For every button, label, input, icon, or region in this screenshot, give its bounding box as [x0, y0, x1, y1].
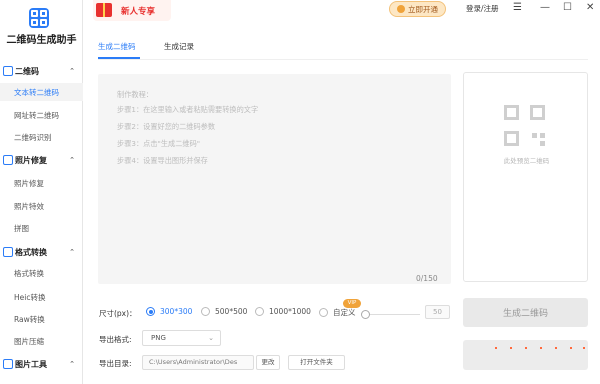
instruction-line: 步骤2：设置好您的二维码参数 — [117, 122, 216, 131]
tools-icon — [3, 359, 13, 369]
sidebar-category-qrcode[interactable]: 二维码 ⌃ — [0, 63, 83, 79]
sidebar-category-format-convert[interactable]: 格式转换 ⌃ — [0, 244, 83, 260]
sidebar-category-label: 图片工具 — [15, 359, 47, 369]
qrcode-icon — [3, 66, 13, 76]
export-dir-field[interactable]: C:\Users\Administrator\Des — [142, 355, 254, 370]
sidebar-category-label: 二维码 — [15, 66, 39, 76]
size-option-label: 1000*1000 — [269, 307, 311, 316]
generate-qrcode-button[interactable]: 生成二维码 — [463, 298, 588, 327]
size-option-1000[interactable]: 1000*1000 — [255, 307, 311, 316]
char-counter: 0/150 — [416, 274, 438, 283]
sidebar-item-collage[interactable]: 拼图 — [0, 219, 83, 237]
gift-icon — [96, 3, 112, 17]
size-option-label: 300*300 — [160, 307, 193, 316]
promo-label: 新人专享 — [121, 7, 156, 17]
custom-size-input[interactable]: 50 — [425, 305, 450, 319]
instruction-line: 步骤1：在这里输入或者粘贴需要转换的文字 — [117, 105, 259, 114]
vip-icon — [397, 5, 405, 13]
instruction-line: 制作教程： — [117, 90, 153, 99]
radio-selected-icon — [146, 307, 155, 316]
qrcode-placeholder-icon — [504, 105, 548, 149]
chevron-up-icon: ⌃ — [69, 156, 75, 164]
promo-banner[interactable]: 新人专享 — [93, 0, 171, 21]
size-option-label: 500*500 — [215, 307, 248, 316]
format-select-value: PNG — [151, 334, 166, 342]
sidebar-item-qrcode-recognition[interactable]: 二维码识别 — [0, 128, 83, 146]
size-slider-track[interactable] — [370, 314, 420, 315]
app-name: 二维码生成助手 — [6, 35, 77, 46]
secondary-action-area — [463, 340, 588, 370]
tab-generate-qrcode[interactable]: 生成二维码 — [98, 41, 136, 52]
sidebar-category-label: 格式转换 — [15, 247, 47, 257]
size-option-300[interactable]: 300*300 — [146, 307, 192, 316]
vip-badge: VIP — [343, 299, 361, 308]
size-option-label: 自定义 — [333, 308, 356, 317]
radio-icon — [201, 307, 210, 316]
app-window: 二维码生成助手 二维码 ⌃ 文本转二维码 网址转二维码 二维码识别 照片修复 ⌃… — [0, 0, 600, 384]
preview-placeholder-text: 此处预览二维码 — [503, 157, 550, 165]
login-register-link[interactable]: 登录/注册 — [466, 3, 499, 14]
maximize-icon[interactable]: ☐ — [563, 2, 572, 14]
sidebar: 二维码生成助手 二维码 ⌃ 文本转二维码 网址转二维码 二维码识别 照片修复 ⌃… — [0, 0, 83, 384]
change-dir-button[interactable]: 更改 — [256, 355, 280, 370]
chevron-up-icon: ⌃ — [69, 67, 75, 75]
minimize-icon[interactable]: — — [540, 2, 550, 14]
sidebar-item-raw-convert[interactable]: Raw转换 — [0, 310, 83, 328]
open-folder-button[interactable]: 打开文件夹 — [288, 355, 345, 370]
tab-generate-history[interactable]: 生成记录 — [164, 41, 194, 52]
sidebar-item-photo-repair[interactable]: 照片修复 — [0, 174, 83, 192]
format-select[interactable]: PNG ⌄ — [142, 330, 221, 346]
qrcode-preview-panel: 此处预览二维码 — [463, 72, 588, 282]
convert-icon — [3, 247, 13, 257]
chevron-down-icon: ⌄ — [208, 334, 214, 342]
format-label: 导出格式: — [99, 335, 132, 344]
vip-activate-button[interactable]: 立即开通 — [389, 1, 446, 17]
radio-icon — [255, 307, 264, 316]
size-option-500[interactable]: 500*500 — [201, 307, 247, 316]
menu-icon[interactable]: ☰ — [513, 2, 522, 14]
size-label: 尺寸(px)： — [99, 309, 137, 318]
export-dir-label: 导出目录: — [99, 359, 132, 368]
sidebar-item-url-to-qrcode[interactable]: 网址转二维码 — [0, 106, 83, 124]
instruction-line: 步骤4：设置导出图形并保存 — [117, 156, 208, 165]
vip-button-label: 立即开通 — [408, 4, 438, 14]
sidebar-category-photo-repair[interactable]: 照片修复 ⌃ — [0, 152, 83, 168]
app-logo-icon — [29, 8, 49, 28]
chevron-up-icon: ⌃ — [69, 248, 75, 256]
sidebar-category-image-tools[interactable]: 图片工具 ⌃ — [0, 356, 83, 372]
sidebar-item-heic-convert[interactable]: Heic转换 — [0, 288, 83, 306]
sidebar-item-image-compress[interactable]: 图片压缩 — [0, 332, 83, 350]
sidebar-item-format-convert[interactable]: 格式转换 — [0, 264, 83, 282]
sidebar-item-photo-effects[interactable]: 照片特效 — [0, 197, 83, 215]
size-slider-handle[interactable] — [361, 310, 370, 319]
close-icon[interactable]: ✕ — [586, 2, 594, 14]
decorative-dots — [495, 347, 585, 349]
tabs-divider — [98, 59, 588, 60]
sidebar-item-text-to-qrcode[interactable]: 文本转二维码 — [0, 83, 83, 101]
photo-icon — [3, 155, 13, 165]
size-option-custom[interactable]: 自定义 — [319, 307, 356, 318]
sidebar-category-label: 照片修复 — [15, 155, 47, 165]
instruction-line: 步骤3：点击"生成二维码" — [117, 139, 201, 148]
chevron-up-icon: ⌃ — [69, 360, 75, 368]
radio-icon — [319, 308, 328, 317]
